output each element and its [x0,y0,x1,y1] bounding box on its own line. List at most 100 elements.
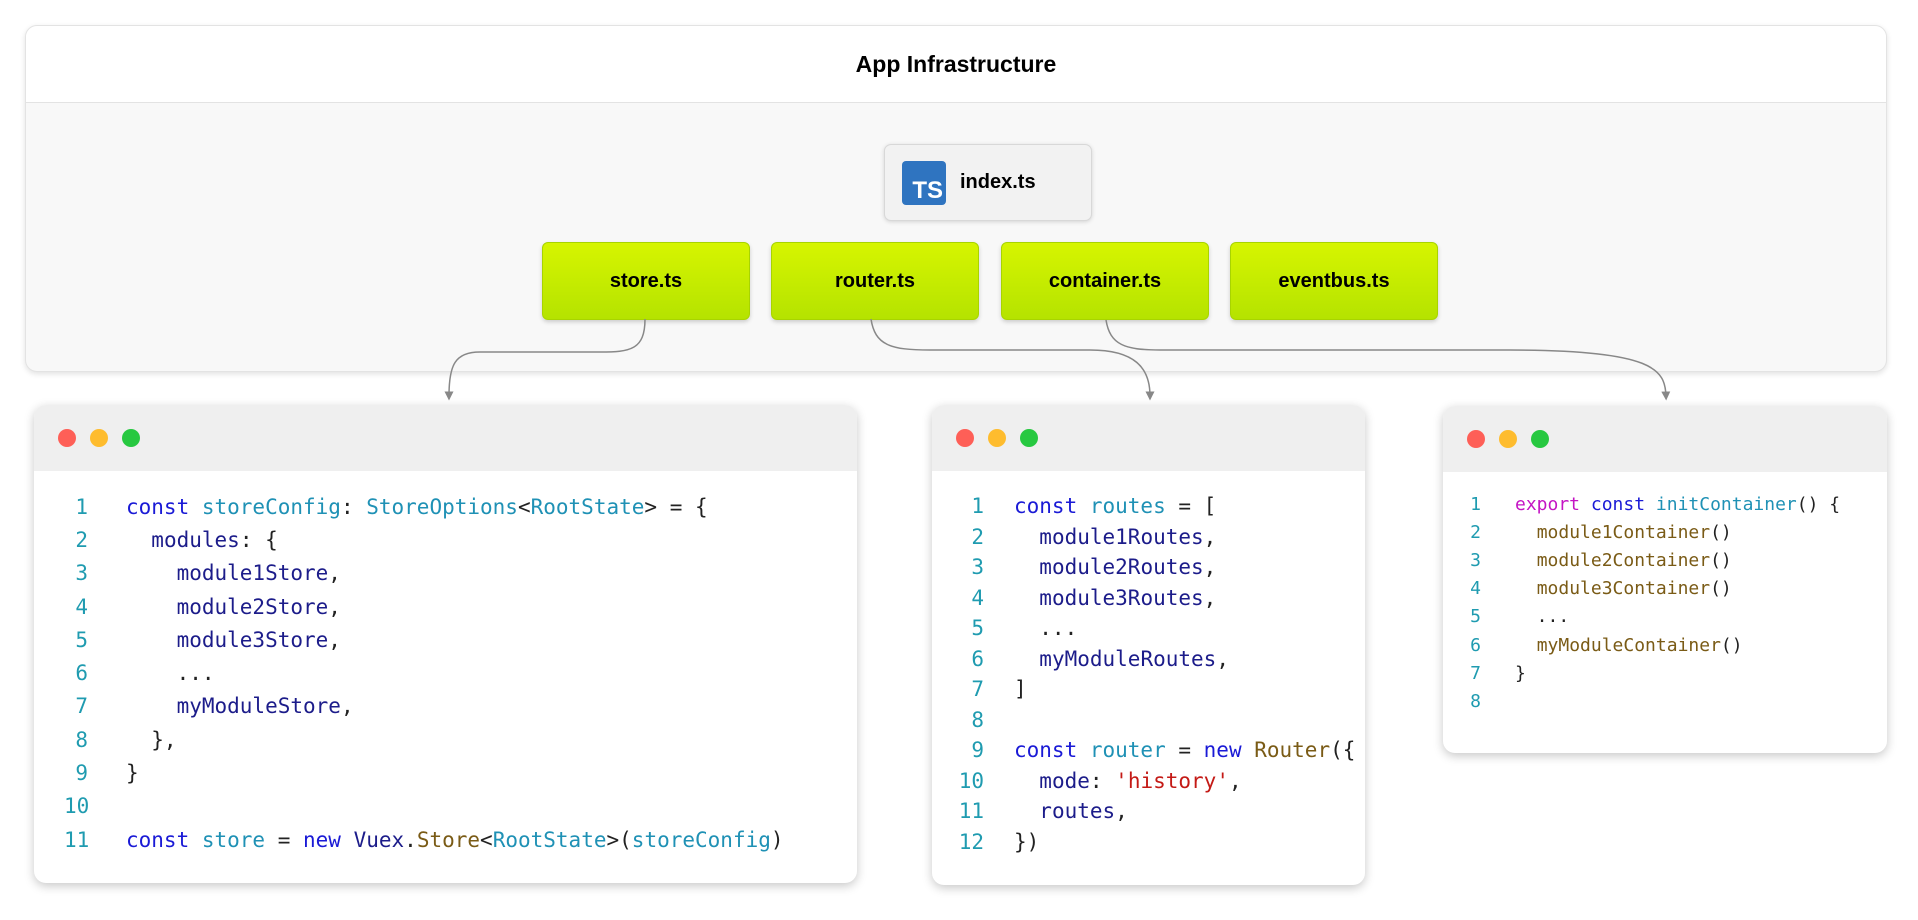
code-token: ({ [1330,738,1356,763]
close-dot-icon[interactable] [1467,430,1485,448]
close-dot-icon[interactable] [956,429,974,447]
line-number: 2 [75,527,88,552]
line-number: 11 [64,827,90,852]
code-token: module1Store [176,561,329,586]
minimize-dot-icon[interactable] [988,429,1006,447]
code-line: 5 ... [952,613,1365,644]
code-line: 9 const router = new Router({ [952,735,1365,766]
code-token: router [1089,738,1166,763]
code-token: storeConfig [201,494,341,519]
code-line: 2 module1Routes, [952,522,1365,553]
close-dot-icon[interactable] [58,429,76,447]
code-line: 10 [64,790,857,823]
code-token: () [1710,521,1732,543]
code-line: 7} [1461,659,1887,687]
code-token: const [1014,738,1090,763]
code-line: 7 myModuleStore, [64,690,857,723]
code-line: 5 module3Store, [64,623,857,656]
code-token: : { [239,527,278,552]
line-number: 7 [1470,662,1481,684]
code-token: , [1203,555,1217,580]
code-block: 1 const routes = [2 module1Routes, 3 modul… [932,471,1365,857]
code-token: store [201,827,266,852]
minimize-dot-icon[interactable] [1499,430,1517,448]
minimize-dot-icon[interactable] [90,429,108,447]
code-token: const [1590,493,1656,515]
code-line: 8 [1461,687,1887,715]
code-line: 5 ... [1461,603,1887,631]
code-token: , [1115,799,1128,824]
maximize-dot-icon[interactable] [1020,429,1038,447]
line-number: 8 [75,727,88,752]
code-token: myModuleContainer [1536,634,1721,656]
container-code-window: 1 export const initContainer() {2 module1… [1443,406,1887,753]
code-line: 3 module2Container() [1461,546,1887,574]
code-line: 8 }, [64,723,857,756]
code-line: 4 module3Container() [1461,575,1887,603]
code-token: , [1203,585,1217,610]
code-token: ... [1014,616,1078,641]
maximize-dot-icon[interactable] [122,429,140,447]
code-line: 3 module2Routes, [952,552,1365,583]
line-number: 5 [971,616,984,641]
line-number: 3 [971,555,984,580]
code-token: = [265,827,304,852]
code-line: 12}) [952,827,1365,858]
store-connector-arrow [444,318,646,401]
code-token: new [303,827,354,852]
router-code-window: 1 const routes = [2 module1Routes, 3 modul… [932,405,1365,885]
line-number: 3 [75,561,88,586]
line-number: 10 [64,794,90,819]
code-token: Router [1254,738,1331,763]
code-token: () [1710,578,1732,600]
line-number: 2 [1470,521,1481,543]
code-token: } [1515,662,1526,684]
line-number: 4 [1470,578,1481,600]
code-token: . [404,827,417,852]
code-token: () { [1796,493,1841,515]
code-token: , [1228,768,1242,793]
code-token: export [1515,493,1591,515]
code-line: 9} [64,756,857,789]
code-line: 2 module1Container() [1461,518,1887,546]
code-token: RootState [492,827,607,852]
code-line: 10 mode: 'history', [952,766,1365,797]
code-line: 7] [952,674,1365,705]
line-number: 6 [75,661,88,686]
code-token: ] [1014,677,1027,702]
line-number: 1 [971,494,984,519]
code-line: 4 module2Store, [64,590,857,623]
code-token: routes [1039,799,1116,824]
container-connector-arrow [1105,319,1671,401]
code-token: myModuleStore [176,694,341,719]
code-line: 1 const routes = [ [952,491,1365,522]
maximize-dot-icon[interactable] [1531,430,1549,448]
code-token: } [126,761,139,786]
code-token: Store [416,827,481,852]
code-token: module2Store [176,594,329,619]
code-line: 3 module1Store, [64,557,857,590]
code-line: 11 const store = new Vuex. Store < RootState… [64,823,857,856]
code-token: module2Routes [1039,555,1204,580]
code-token: () [1710,549,1732,571]
code-token: , [328,561,341,586]
line-number: 9 [971,738,984,763]
line-number: 2 [971,524,984,549]
code-token: const [126,494,202,519]
line-number: 4 [971,585,984,610]
code-token: ) [770,827,784,852]
window-titlebar [932,405,1365,471]
code-token: const [1014,494,1090,519]
code-token: module3Routes [1039,585,1204,610]
code-block: 1 const storeConfig: StoreOptions < RootSta… [34,471,857,856]
